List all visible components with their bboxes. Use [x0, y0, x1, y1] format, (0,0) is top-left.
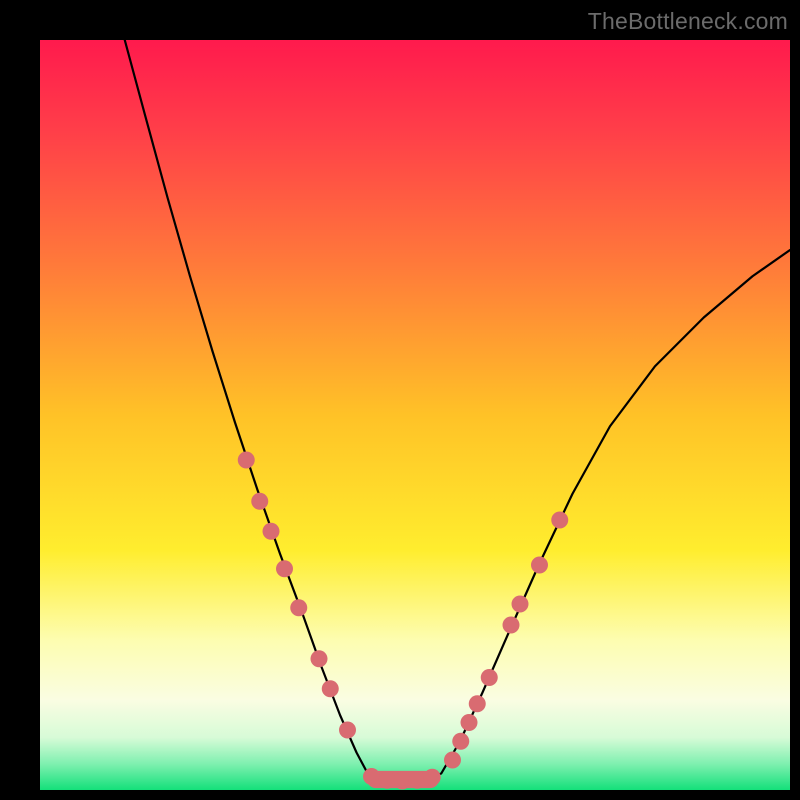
highlight-dot [452, 733, 469, 750]
watermark-text: TheBottleneck.com [588, 8, 788, 35]
highlight-dot [551, 512, 568, 529]
highlight-dot [409, 772, 426, 789]
v-curve [125, 40, 790, 781]
highlight-dot [531, 557, 548, 574]
highlight-dot [276, 560, 293, 577]
highlight-dot [512, 596, 529, 613]
highlight-dot [251, 493, 268, 510]
highlight-dot [339, 722, 356, 739]
highlight-dot [311, 650, 328, 667]
highlight-dot [481, 669, 498, 686]
highlight-dots [238, 452, 569, 790]
highlight-dot [263, 523, 280, 540]
highlight-dot [469, 695, 486, 712]
highlight-dot [461, 714, 478, 731]
highlight-dot [424, 769, 441, 786]
highlight-dot [444, 752, 461, 769]
highlight-dot [290, 599, 307, 616]
plot-area [40, 40, 790, 790]
highlight-dot [379, 772, 396, 789]
highlight-dot [238, 452, 255, 469]
curve-layer [40, 40, 790, 790]
highlight-dot [503, 617, 520, 634]
highlight-dot [322, 680, 339, 697]
chart-frame: TheBottleneck.com [0, 0, 800, 800]
highlight-dot [363, 768, 380, 785]
highlight-dot [394, 773, 411, 790]
